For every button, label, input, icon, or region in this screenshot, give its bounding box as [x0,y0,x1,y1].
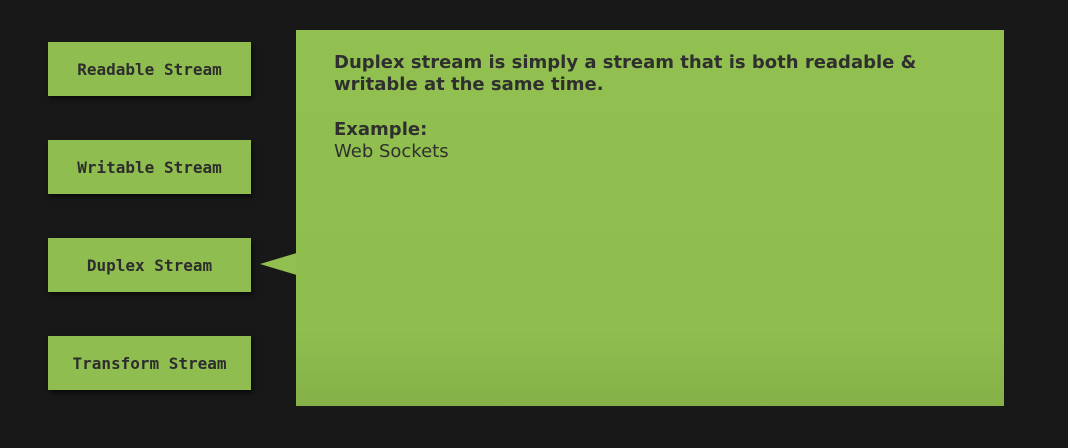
panel-description: Duplex stream is simply a stream that is… [334,52,917,95]
stream-box-readable[interactable]: Readable Stream [48,42,251,96]
stream-box-label: Duplex Stream [86,255,213,275]
description-panel: Duplex stream is simply a stream that is… [296,30,1004,406]
stream-box-label: Writable Stream [77,157,222,177]
stream-box-writable[interactable]: Writable Stream [48,140,251,194]
callout-pointer [260,252,300,276]
stream-box-transform[interactable]: Transform Stream [48,336,251,390]
stream-box-label: Transform Stream [72,353,227,373]
stream-box-duplex[interactable]: Duplex Stream [48,238,251,292]
stream-box-label: Readable Stream [77,59,222,79]
example-label: Example: [334,119,428,140]
example-value: Web Sockets [334,141,449,162]
